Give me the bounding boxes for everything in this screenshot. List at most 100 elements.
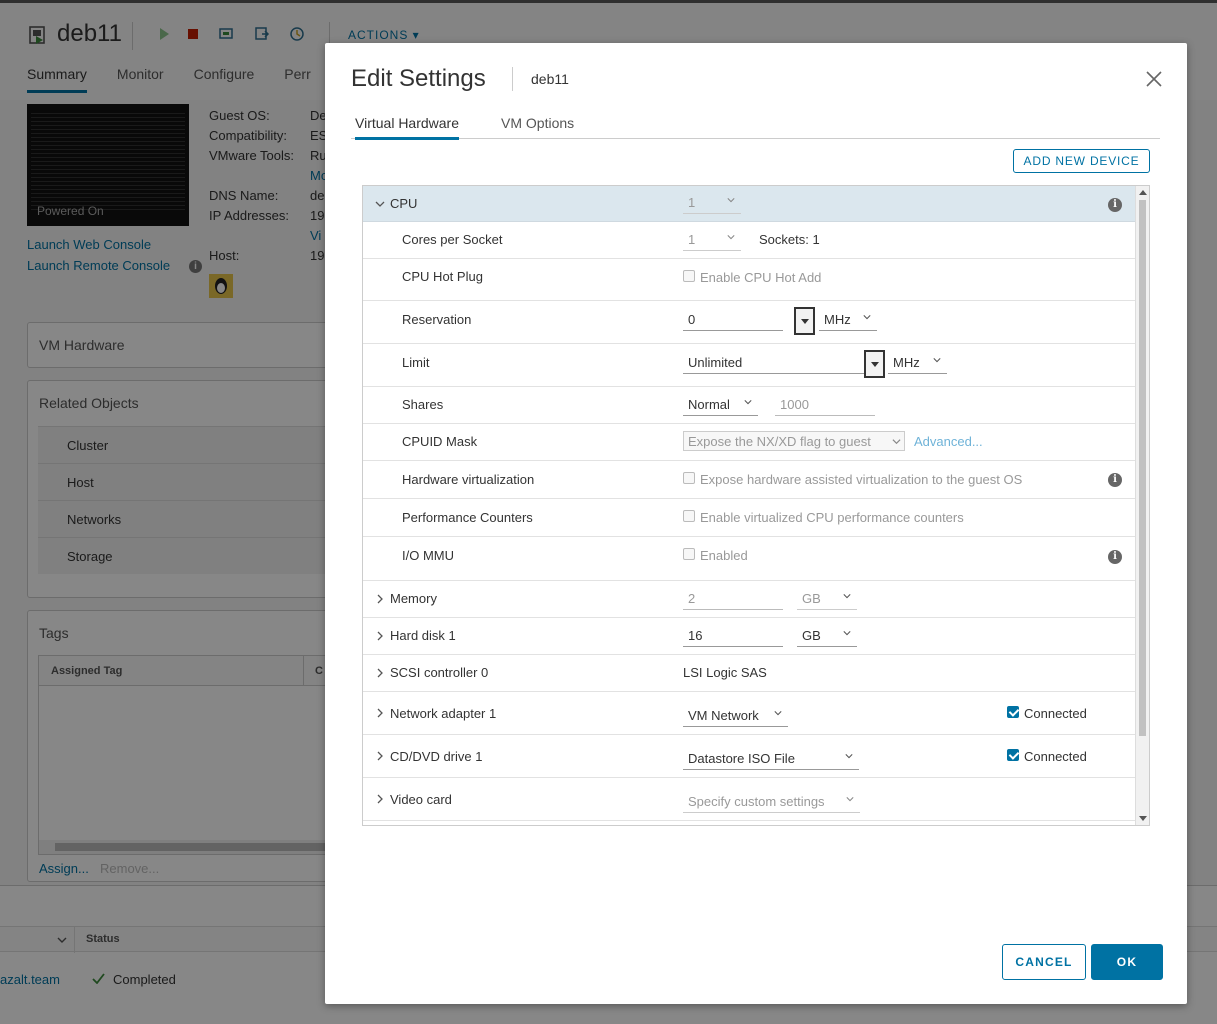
limit-row: Limit Unlimited MHz <box>363 344 1136 387</box>
network-select[interactable]: VM Network <box>683 705 788 727</box>
scroll-thumb[interactable] <box>1139 200 1146 736</box>
cd-dvd-label: CD/DVD drive 1 <box>390 749 483 764</box>
hard-disk-size-input[interactable]: 16 <box>683 625 783 647</box>
chevron-right-icon[interactable] <box>375 631 385 641</box>
chevron-right-icon[interactable] <box>375 794 385 804</box>
scsi-controller-label: SCSI controller 0 <box>390 665 489 680</box>
vertical-scrollbar[interactable] <box>1135 186 1149 825</box>
chevron-down-icon <box>892 437 901 446</box>
chevron-down-icon <box>727 198 735 203</box>
cores-per-socket-select[interactable]: 1 <box>683 229 741 251</box>
shares-amount-input[interactable]: 1000 <box>775 394 875 416</box>
sockets-value: Sockets: 1 <box>759 232 820 247</box>
io-mmu-option: Enabled <box>700 548 748 563</box>
memory-input[interactable]: 2 <box>683 588 783 610</box>
cpuid-mask-select[interactable]: Expose the NX/XD flag to guest <box>683 431 905 451</box>
cpu-hot-plug-label: CPU Hot Plug <box>402 269 483 284</box>
cancel-button[interactable]: CANCEL <box>1002 944 1086 980</box>
chevron-down-icon[interactable] <box>375 199 385 209</box>
network-connected-checkbox[interactable] <box>1007 706 1019 718</box>
hard-disk-row[interactable]: Hard disk 1 16 GB <box>363 618 1136 655</box>
cores-per-socket-row: Cores per Socket 1 Sockets: 1 <box>363 222 1136 259</box>
ok-button[interactable]: OK <box>1091 944 1163 980</box>
cd-dvd-media-select[interactable]: Datastore ISO File <box>683 748 859 770</box>
video-card-select[interactable]: Specify custom settings <box>683 791 860 813</box>
performance-counters-row: Performance Counters Enable virtualized … <box>363 499 1136 537</box>
cd-dvd-row[interactable]: CD/DVD drive 1 Datastore ISO File Connec… <box>363 735 1136 778</box>
chevron-down-icon <box>845 754 853 759</box>
performance-counters-checkbox[interactable] <box>683 510 695 522</box>
io-mmu-row: I/O MMU Enabled i <box>363 537 1136 581</box>
limit-dropdown-button[interactable] <box>864 350 885 378</box>
limit-label: Limit <box>402 355 430 370</box>
scroll-up-arrow-icon[interactable] <box>1139 190 1147 195</box>
dialog-title: Edit Settings <box>351 65 486 92</box>
chevron-right-icon[interactable] <box>375 594 385 604</box>
hardware-list: CPU 1 i Cores per Socket 1 Sockets: 1 CP… <box>362 185 1150 826</box>
chevron-down-icon <box>843 631 851 636</box>
memory-label: Memory <box>390 591 437 606</box>
info-icon[interactable]: i <box>1108 198 1122 212</box>
cpu-row[interactable]: CPU 1 i <box>363 186 1136 222</box>
cpu-label: CPU <box>390 196 418 211</box>
scroll-down-arrow-icon[interactable] <box>1139 816 1147 821</box>
performance-counters-label: Performance Counters <box>402 510 533 525</box>
chevron-down-icon <box>843 594 851 599</box>
tab-vm-options[interactable]: VM Options <box>501 115 574 137</box>
hard-disk-unit-select[interactable]: GB <box>797 625 857 647</box>
close-icon[interactable] <box>1144 69 1164 89</box>
reservation-row: Reservation 0 MHz <box>363 301 1136 344</box>
shares-row: Shares Normal 1000 <box>363 387 1136 424</box>
limit-input[interactable]: Unlimited <box>683 352 864 374</box>
network-adapter-row[interactable]: Network adapter 1 VM Network Connected <box>363 692 1136 735</box>
hardware-virtualization-label: Hardware virtualization <box>402 472 535 487</box>
hard-disk-label: Hard disk 1 <box>390 628 456 643</box>
chevron-right-icon[interactable] <box>375 668 385 678</box>
chevron-right-icon[interactable] <box>375 751 385 761</box>
chevron-down-icon <box>863 315 871 320</box>
add-new-device-button[interactable]: ADD NEW DEVICE <box>1013 149 1150 173</box>
chevron-down-icon <box>727 235 735 240</box>
chevron-down-icon <box>933 358 941 363</box>
network-adapter-label: Network adapter 1 <box>390 706 497 721</box>
hardware-virtualization-row: Hardware virtualization Expose hardware … <box>363 461 1136 499</box>
info-icon[interactable]: i <box>1108 550 1122 564</box>
io-mmu-checkbox[interactable] <box>683 548 695 560</box>
cpu-hot-add-checkbox[interactable] <box>683 270 695 282</box>
chevron-right-icon[interactable] <box>375 708 385 718</box>
shares-label: Shares <box>402 397 444 412</box>
title-divider <box>512 67 513 91</box>
io-mmu-label: I/O MMU <box>402 548 454 563</box>
cpuid-advanced-link[interactable]: Advanced... <box>914 434 983 449</box>
cpu-count-select[interactable]: 1 <box>683 192 741 214</box>
cpu-hot-add-label: Enable CPU Hot Add <box>700 270 822 285</box>
cpuid-mask-label: CPUID Mask <box>402 434 478 449</box>
cd-dvd-connected-label: Connected <box>1024 749 1087 764</box>
network-connected-label: Connected <box>1024 706 1087 721</box>
cores-per-socket-label: Cores per Socket <box>402 232 503 247</box>
cpuid-mask-row: CPUID Mask Expose the NX/XD flag to gues… <box>363 424 1136 461</box>
chevron-down-icon <box>744 400 752 405</box>
scsi-controller-value: LSI Logic SAS <box>683 665 767 680</box>
shares-select[interactable]: Normal <box>683 394 758 416</box>
reservation-dropdown-button[interactable] <box>794 307 815 335</box>
cd-dvd-connected-checkbox[interactable] <box>1007 749 1019 761</box>
dialog-subtitle: deb11 <box>531 71 569 87</box>
scsi-controller-row[interactable]: SCSI controller 0 LSI Logic SAS <box>363 655 1136 692</box>
tab-virtual-hardware[interactable]: Virtual Hardware <box>355 115 460 140</box>
info-icon[interactable]: i <box>1108 473 1122 487</box>
reservation-input[interactable]: 0 <box>683 309 783 331</box>
video-card-row[interactable]: Video card Specify custom settings <box>363 778 1136 821</box>
video-card-label: Video card <box>390 792 452 807</box>
performance-counters-option: Enable virtualized CPU performance count… <box>700 510 964 525</box>
reservation-unit-select[interactable]: MHz <box>819 309 877 331</box>
chevron-down-icon <box>846 797 854 802</box>
limit-unit-select[interactable]: MHz <box>888 352 947 374</box>
hardware-virtualization-checkbox[interactable] <box>683 472 695 484</box>
memory-unit-select[interactable]: GB <box>797 588 857 610</box>
cpu-hot-plug-row: CPU Hot Plug Enable CPU Hot Add <box>363 259 1136 301</box>
reservation-label: Reservation <box>402 312 472 327</box>
edit-settings-dialog: Edit Settings deb11 Virtual Hardware VM … <box>325 43 1187 1004</box>
hardware-virtualization-option: Expose hardware assisted virtualization … <box>700 472 1023 487</box>
memory-row[interactable]: Memory 2 GB <box>363 581 1136 618</box>
